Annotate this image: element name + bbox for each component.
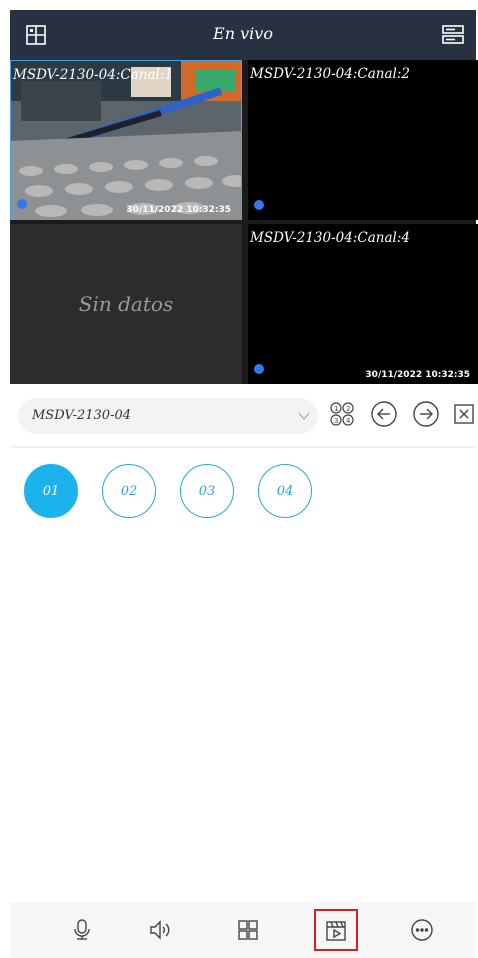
- live-video-grid: MSDV-2130-04:Canal:1 30/11/2022 10:32:35…: [10, 60, 478, 384]
- camera-tile-1[interactable]: MSDV-2130-04:Canal:1 30/11/2022 10:32:35: [10, 60, 242, 220]
- device-list-icon[interactable]: [440, 22, 466, 48]
- camera-label: MSDV-2130-04:Canal:1: [13, 67, 173, 83]
- camera-tile-3[interactable]: Sin datos: [10, 224, 242, 384]
- grid-view-icon[interactable]: [228, 910, 268, 950]
- divider: [10, 446, 476, 448]
- microphone-icon[interactable]: [62, 910, 102, 950]
- previous-arrow-icon[interactable]: [370, 400, 398, 428]
- channel-button-02[interactable]: 02: [102, 464, 156, 518]
- channel-button-04[interactable]: 04: [258, 464, 312, 518]
- camera-tile-2[interactable]: MSDV-2130-04:Canal:2: [248, 60, 478, 220]
- timestamp: 30/11/2022 10:32:35: [365, 370, 470, 380]
- next-arrow-icon[interactable]: [412, 400, 440, 428]
- bottom-toolbar: [10, 902, 476, 958]
- top-bar: En vivo: [10, 10, 476, 60]
- channel-button-03[interactable]: 03: [180, 464, 234, 518]
- camera-tile-4[interactable]: MSDV-2130-04:Canal:4 30/11/2022 10:32:35: [248, 224, 478, 384]
- svg-text:1: 1: [334, 405, 338, 413]
- device-name: MSDV-2130-04: [32, 408, 132, 423]
- no-data-message: Sin datos: [78, 292, 174, 316]
- channel-layout-icon[interactable]: 1 2 3 4: [328, 400, 356, 428]
- close-all-icon[interactable]: [452, 400, 478, 428]
- channel-button-01[interactable]: 01: [24, 464, 78, 518]
- svg-text:3: 3: [334, 417, 338, 425]
- svg-text:2: 2: [346, 405, 350, 413]
- speaker-icon[interactable]: [140, 910, 180, 950]
- device-select[interactable]: MSDV-2130-04: [18, 398, 318, 434]
- camera-label: MSDV-2130-04:Canal:2: [250, 66, 410, 82]
- chevron-down-icon: [298, 412, 310, 421]
- page-title: En vivo: [213, 24, 273, 43]
- status-dot: [254, 200, 264, 210]
- more-icon[interactable]: [402, 910, 442, 950]
- camera-label: MSDV-2130-04:Canal:4: [250, 230, 410, 246]
- device-toolbar: MSDV-2130-04 1 2 3 4: [10, 394, 476, 440]
- status-dot: [17, 199, 27, 209]
- timestamp: 30/11/2022 10:32:35: [126, 205, 231, 215]
- status-dot: [254, 364, 264, 374]
- playback-icon[interactable]: [314, 909, 358, 951]
- svg-text:4: 4: [346, 417, 351, 425]
- camera-feed-image: [11, 61, 241, 219]
